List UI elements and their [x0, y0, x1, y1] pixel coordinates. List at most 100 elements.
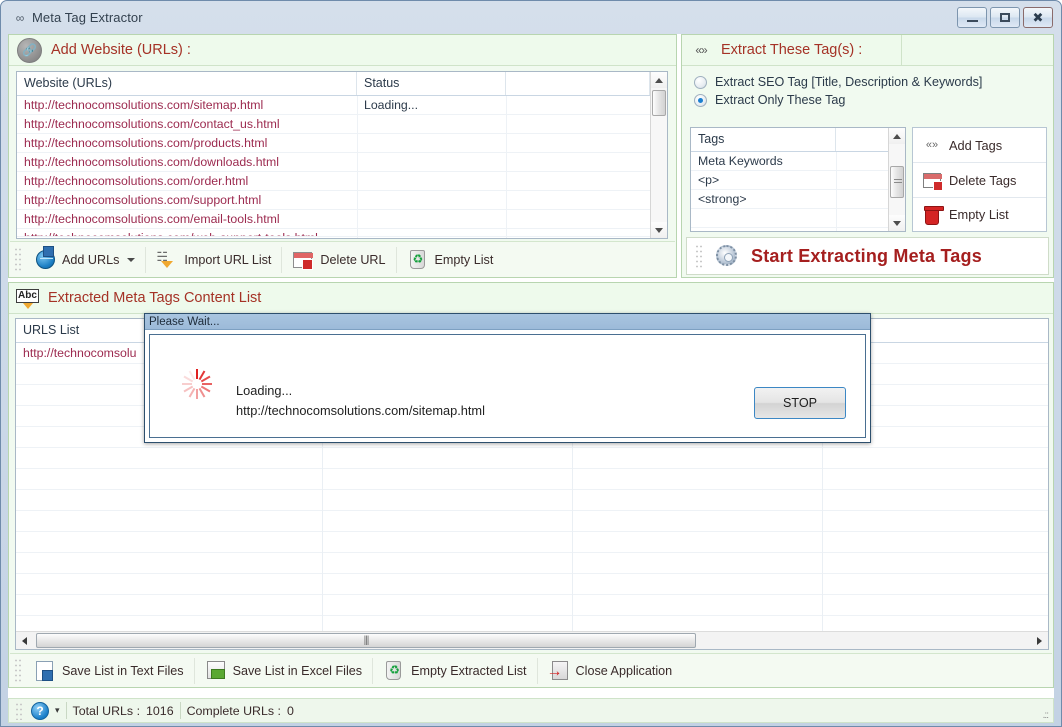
cell-status	[357, 134, 506, 153]
recycle-bin-icon	[407, 249, 429, 271]
add-urls-button[interactable]: Add URLs	[24, 244, 145, 276]
start-extracting-label: Start Extracting Meta Tags	[751, 245, 982, 266]
extract-mode-options: Extract SEO Tag [Title, Description & Ke…	[694, 75, 982, 111]
bottom-toolbar: Save List in Text Files Save List in Exc…	[10, 653, 1052, 687]
add-tags-button[interactable]: «» Add Tags	[913, 128, 1046, 163]
close-application-button[interactable]: Close Application	[538, 655, 683, 687]
start-extracting-button[interactable]: Start Extracting Meta Tags	[686, 237, 1049, 275]
list-item[interactable]	[691, 209, 905, 228]
scroll-right-arrow[interactable]	[1031, 632, 1048, 649]
title-bar: ∞ Meta Tag Extractor ✖	[1, 1, 1061, 34]
cell-status	[357, 153, 506, 172]
add-urls-title: Add Website (URLs) :	[51, 42, 191, 58]
window-title: Meta Tag Extractor	[32, 10, 143, 25]
tags-grid-vertical-scrollbar[interactable]	[888, 128, 905, 231]
angle-brackets-icon: «»	[695, 43, 707, 57]
scrollbar-thumb[interactable]	[890, 166, 904, 198]
dialog-status-line: Loading...	[236, 383, 293, 398]
list-item[interactable]: <strong>	[691, 190, 905, 209]
toolbar-grip[interactable]	[14, 657, 22, 684]
column-header-extra[interactable]	[506, 72, 650, 95]
table-row[interactable]	[16, 574, 1048, 595]
table-row[interactable]	[16, 448, 1048, 469]
minimize-button[interactable]	[957, 7, 987, 28]
link-icon: 🔗	[17, 37, 42, 63]
radio-button[interactable]	[694, 75, 707, 89]
table-row[interactable]: http://technocomsolutions.com/downloads.…	[17, 153, 667, 172]
scroll-up-arrow[interactable]	[651, 72, 667, 88]
dialog-message: Loading... http://technocomsolutions.com…	[236, 381, 485, 421]
list-item[interactable]: Meta Keywords	[691, 152, 905, 171]
import-url-list-button[interactable]: ☵ Import URL List	[146, 244, 281, 276]
help-icon[interactable]: ?	[31, 701, 49, 720]
save-list-text-button[interactable]: Save List in Text Files	[24, 655, 194, 687]
table-row[interactable]: http://technocomsolutions.com/contact_us…	[17, 115, 667, 134]
column-header-status[interactable]: Status	[357, 72, 506, 95]
delete-url-button[interactable]: Delete URL	[282, 244, 395, 276]
statusbar-caret-icon[interactable]: ▾	[55, 705, 60, 716]
chevron-down-icon[interactable]	[127, 257, 136, 262]
table-row[interactable]: http://technocomsolutions.com/sitemap.ht…	[17, 96, 667, 115]
column-divider	[357, 96, 358, 238]
dialog-url-line: http://technocomsolutions.com/sitemap.ht…	[236, 403, 485, 418]
scroll-left-arrow[interactable]	[16, 632, 33, 649]
save-list-excel-button[interactable]: Save List in Excel Files	[195, 655, 373, 687]
delete-url-label: Delete URL	[320, 252, 386, 267]
extracted-grid-horizontal-scrollbar[interactable]: |||	[16, 631, 1048, 649]
scrollbar-thumb[interactable]: |||	[36, 633, 696, 648]
toolbar-grip[interactable]	[14, 246, 22, 273]
complete-urls-value: 0	[286, 703, 294, 718]
dialog-body: Loading... http://technocomsolutions.com…	[149, 334, 866, 438]
resize-grip[interactable]: .::	[1043, 710, 1049, 721]
stop-button[interactable]: STOP	[754, 387, 846, 419]
table-row[interactable]: http://technocomsolutions.com/order.html	[17, 172, 667, 191]
complete-urls-label: Complete URLs :	[186, 703, 281, 718]
close-button[interactable]: ✖	[1023, 7, 1053, 28]
scroll-up-arrow[interactable]	[889, 128, 905, 144]
extract-tags-panel: «» Extract These Tag(s) : Extract SEO Ta…	[681, 34, 1054, 278]
delete-tags-button[interactable]: Delete Tags	[913, 163, 1046, 198]
radio-extract-only-these-tag[interactable]: Extract Only These Tag	[694, 93, 982, 107]
scrollbar-thumb[interactable]	[652, 90, 666, 116]
empty-extracted-list-button[interactable]: Empty Extracted List	[373, 655, 536, 687]
scroll-down-arrow[interactable]	[889, 215, 905, 231]
cell-status	[357, 115, 506, 134]
table-row[interactable]	[16, 490, 1048, 511]
tags-grid-header: Tags	[691, 128, 905, 152]
list-item[interactable]: <p>	[691, 171, 905, 190]
radio-extract-seo-tag[interactable]: Extract SEO Tag [Title, Description & Ke…	[694, 75, 982, 89]
tags-grid[interactable]: Tags Meta Keywords <p> <strong>	[690, 127, 906, 232]
cell-url: http://technocomsolutions.com/web-suppor…	[17, 229, 357, 236]
column-header-tags[interactable]: Tags	[691, 128, 836, 151]
column-header-extra[interactable]	[836, 128, 888, 151]
header-divider	[901, 35, 902, 65]
table-row[interactable]	[16, 553, 1048, 574]
window-controls: ✖	[957, 7, 1053, 28]
table-row[interactable]	[16, 511, 1048, 532]
delete-grid-icon	[923, 171, 943, 191]
column-header-website[interactable]: Website (URLs)	[17, 72, 357, 95]
table-row[interactable]	[16, 469, 1048, 490]
floppy-save-icon	[205, 660, 227, 682]
extract-tags-title: Extract These Tag(s) :	[721, 42, 863, 58]
maximize-button[interactable]	[990, 7, 1020, 28]
url-list-grid[interactable]: Website (URLs) Status http://technocomso…	[16, 71, 668, 239]
table-row[interactable]	[16, 595, 1048, 616]
empty-tag-list-label: Empty List	[949, 207, 1009, 222]
table-row[interactable]: http://technocomsolutions.com/web-suppor…	[17, 229, 667, 237]
cell-url: http://technocomsolutions.com/downloads.…	[24, 155, 279, 169]
table-row[interactable]	[16, 532, 1048, 553]
radio-button[interactable]	[694, 93, 707, 107]
scroll-down-arrow[interactable]	[651, 222, 667, 238]
table-row[interactable]: http://technocomsolutions.com/support.ht…	[17, 191, 667, 210]
please-wait-dialog: Please Wait... Loading... http://technoc…	[144, 313, 871, 443]
abc-icon: Abc	[16, 288, 39, 309]
table-row[interactable]: http://technocomsolutions.com/products.h…	[17, 134, 667, 153]
url-toolbar: Add URLs ☵ Import URL List Delete URL Em…	[10, 241, 675, 277]
cell-status	[357, 210, 506, 229]
url-grid-vertical-scrollbar[interactable]	[650, 72, 667, 238]
cell-url: http://technocomsolutions.com/sitemap.ht…	[24, 98, 264, 112]
empty-tag-list-button[interactable]: Empty List	[913, 198, 1046, 231]
empty-list-button[interactable]: Empty List	[397, 244, 504, 276]
table-row[interactable]: http://technocomsolutions.com/email-tool…	[17, 210, 667, 229]
